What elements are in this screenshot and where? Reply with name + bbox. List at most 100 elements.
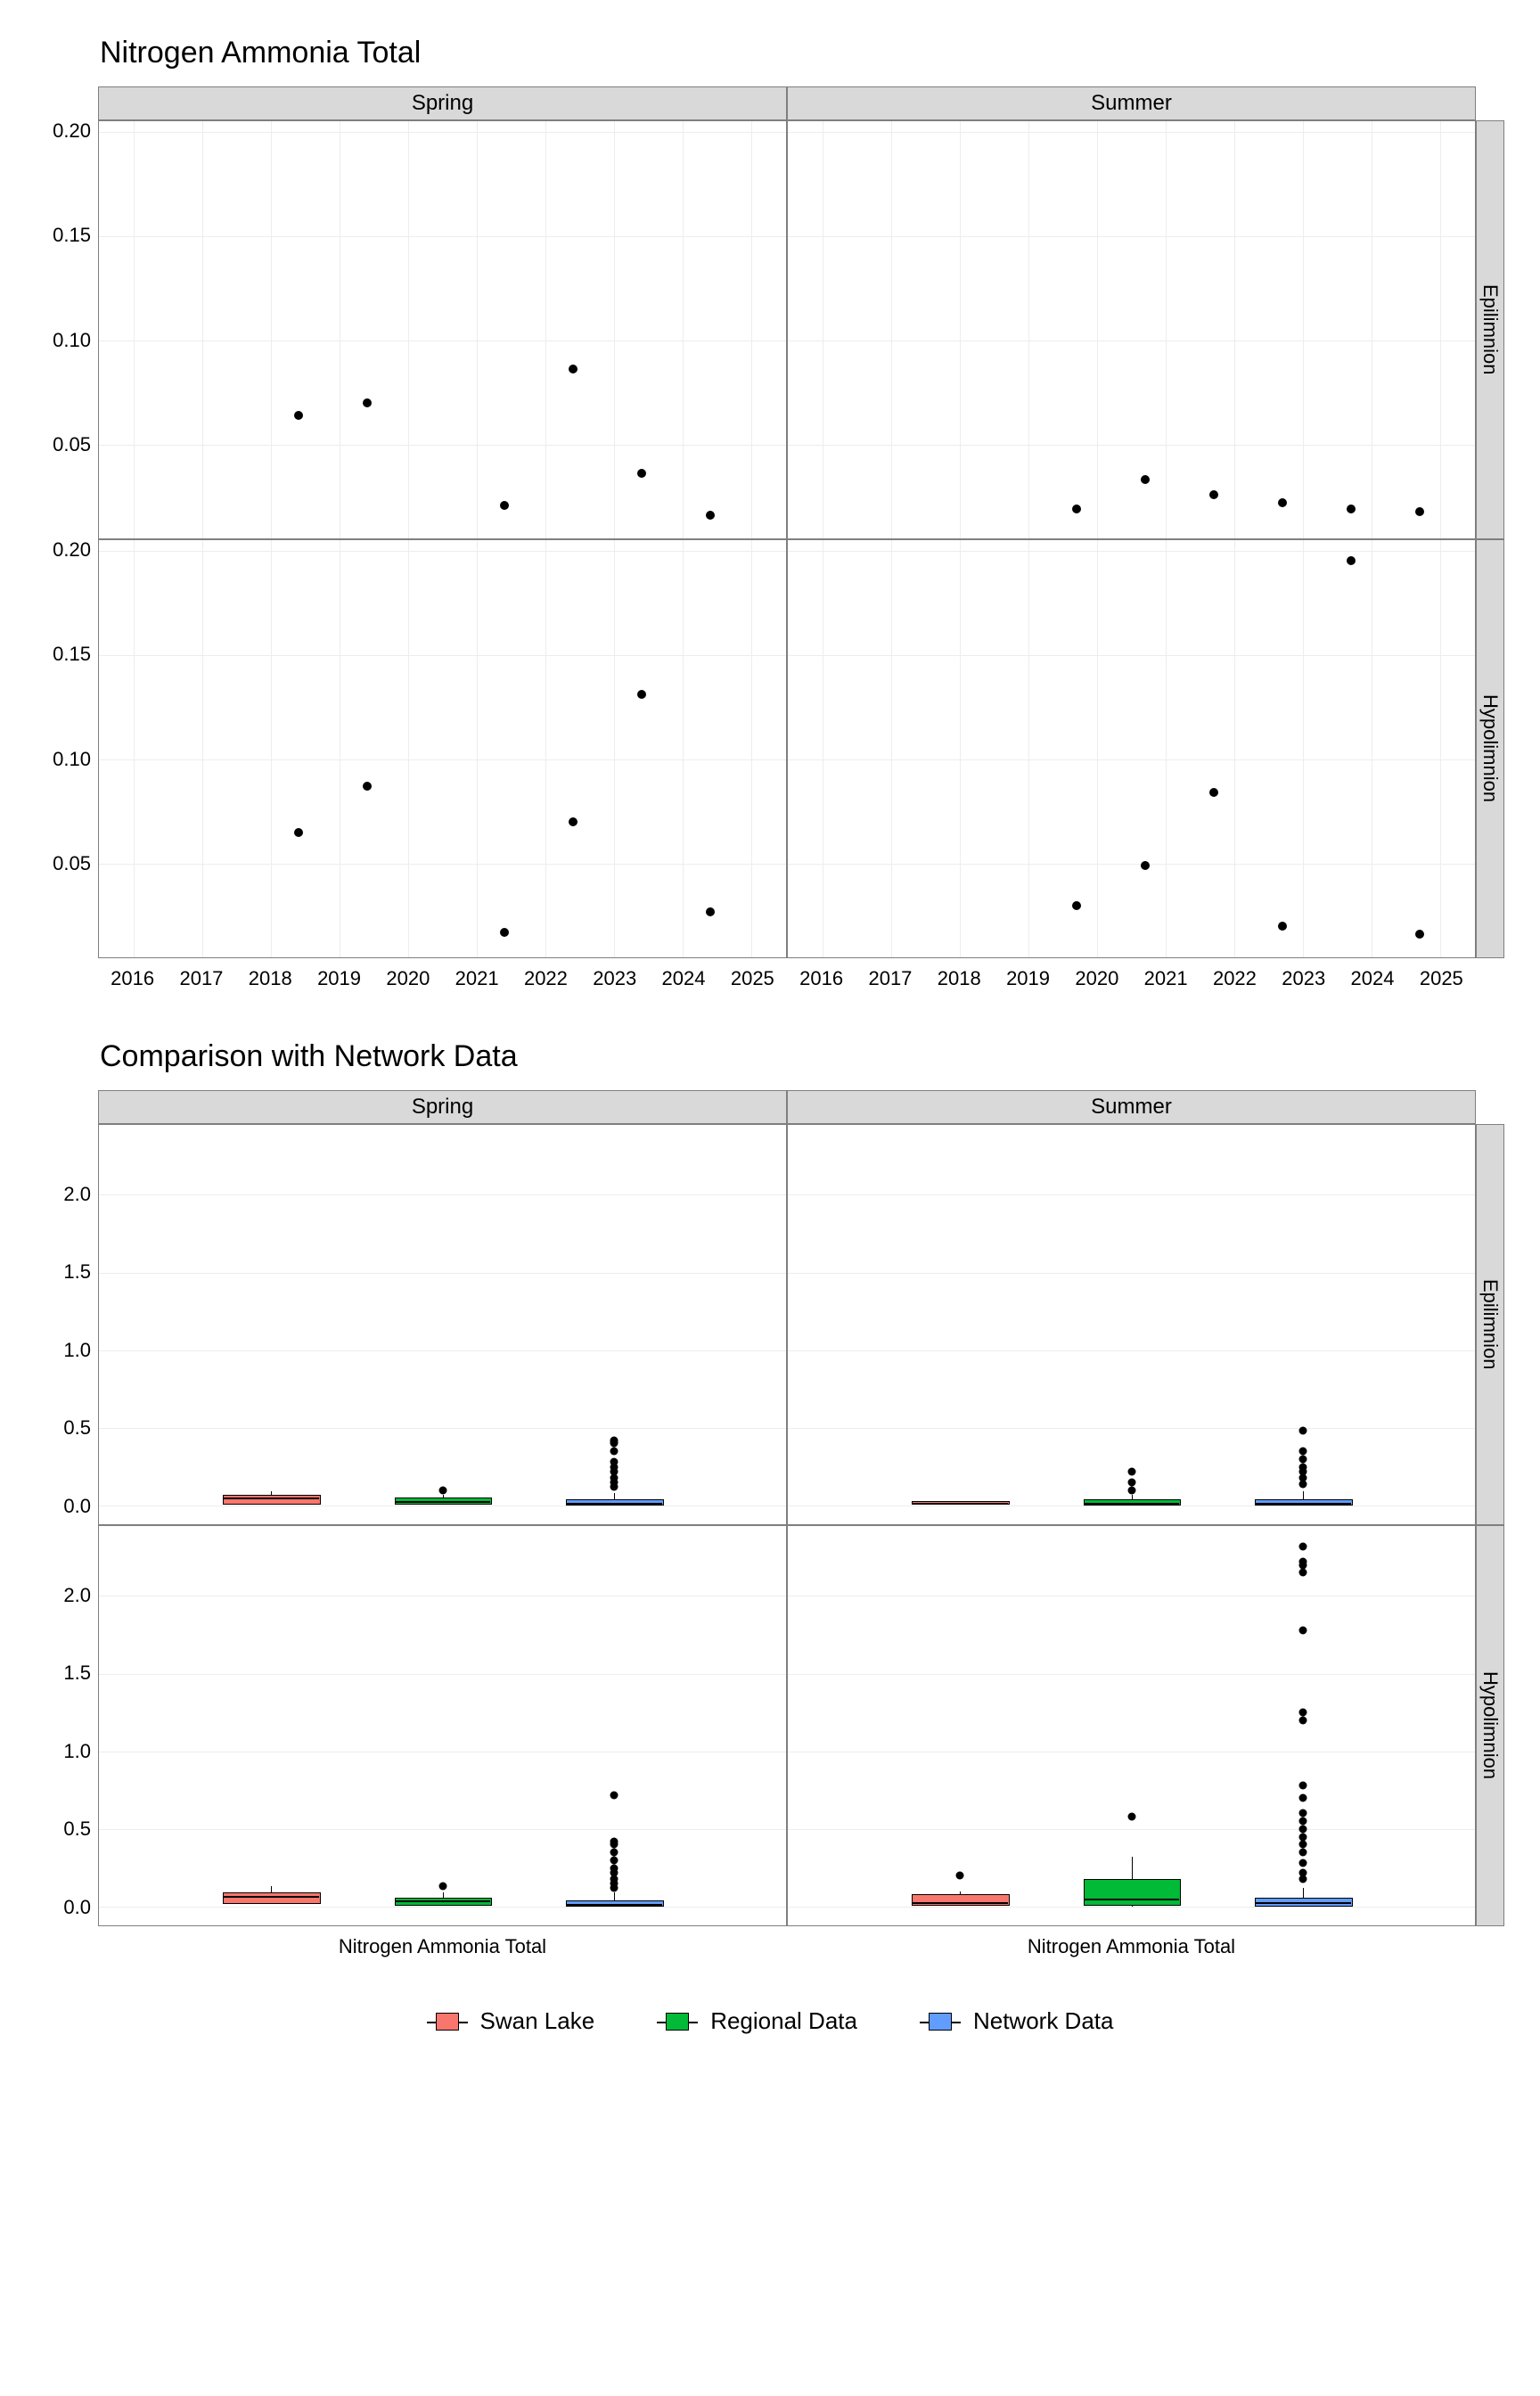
- outlier-point: [610, 1864, 618, 1872]
- y-tick: 0.0: [63, 1896, 91, 1919]
- chart1-col-strip-summer: Summer: [787, 86, 1476, 120]
- y-tick: 1.0: [63, 1740, 91, 1763]
- outlier-point: [610, 1448, 618, 1456]
- x-tick: 2025: [1420, 967, 1463, 990]
- outlier-point: [1299, 1833, 1307, 1841]
- x-tick: 2021: [455, 967, 499, 990]
- y-tick: 1.5: [63, 1662, 91, 1685]
- data-point: [500, 928, 509, 937]
- outlier-point: [1127, 1467, 1135, 1475]
- y-tick: 2.0: [63, 1183, 91, 1206]
- outlier-point: [1299, 1841, 1307, 1849]
- x-tick: 2022: [1213, 967, 1257, 990]
- outlier-point: [1127, 1486, 1135, 1494]
- chart-nitrogen-ammonia-total: Result (mg/L) Nitrogen Ammonia Total Spr…: [36, 36, 1504, 990]
- outlier-point: [1299, 1569, 1307, 1577]
- boxplot-box: [223, 1892, 321, 1903]
- outlier-point: [1127, 1812, 1135, 1820]
- y-tick: 2.0: [63, 1584, 91, 1607]
- data-point: [706, 511, 715, 520]
- data-point: [500, 501, 509, 510]
- x-tick: 2017: [868, 967, 912, 990]
- x-tick: 2023: [593, 967, 636, 990]
- chart2-title: Comparison with Network Data: [100, 1039, 1504, 1074]
- legend-item-swan-lake: Swan Lake: [427, 2007, 595, 2035]
- data-point: [1415, 930, 1424, 939]
- panel-box-summer-epilimnion: [787, 1124, 1476, 1525]
- outlier-point: [1299, 1818, 1307, 1826]
- data-point: [706, 907, 715, 916]
- panel-summer-hypolimnion: [787, 539, 1476, 958]
- chart2-x-label: Nitrogen Ammonia Total: [1028, 1935, 1235, 1958]
- chart1-col-strip-spring: Spring: [98, 86, 787, 120]
- y-tick: 0.15: [53, 224, 91, 247]
- data-point: [1072, 901, 1081, 910]
- y-tick: 0.05: [53, 852, 91, 875]
- y-tick: 0.05: [53, 433, 91, 456]
- outlier-point: [1299, 1455, 1307, 1463]
- chart1-row-strip-hypolimnion: Hypolimnion: [1476, 539, 1504, 958]
- outlier-point: [610, 1849, 618, 1857]
- outlier-point: [1299, 1849, 1307, 1857]
- data-point: [1278, 498, 1287, 507]
- y-tick: 0.20: [53, 538, 91, 562]
- outlier-point: [438, 1883, 446, 1891]
- chart2-col-strip-summer: Summer: [787, 1090, 1476, 1124]
- outlier-point: [1299, 1448, 1307, 1456]
- data-point: [637, 469, 646, 478]
- legend: Swan Lake Regional Data Network Data: [36, 2007, 1504, 2035]
- boxplot-box: [1084, 1879, 1182, 1906]
- data-point: [363, 398, 372, 407]
- outlier-point: [1299, 1626, 1307, 1634]
- outlier-point: [438, 1486, 446, 1494]
- outlier-point: [610, 1458, 618, 1466]
- data-point: [1347, 505, 1356, 513]
- legend-item-network-data: Network Data: [920, 2007, 1114, 2035]
- y-tick: 1.0: [63, 1339, 91, 1362]
- x-tick: 2024: [662, 967, 706, 990]
- outlier-point: [1299, 1782, 1307, 1790]
- x-tick: 2021: [1144, 967, 1188, 990]
- x-tick: 2017: [179, 967, 223, 990]
- data-point: [1141, 861, 1150, 870]
- x-tick: 2020: [386, 967, 430, 990]
- chart-comparison-network: Results (mg/L) Comparison with Network D…: [36, 1039, 1504, 1958]
- chart1-title: Nitrogen Ammonia Total: [100, 36, 1504, 70]
- panel-spring-hypolimnion: [98, 539, 787, 958]
- x-tick: 2023: [1282, 967, 1325, 990]
- x-tick: 2020: [1075, 967, 1118, 990]
- outlier-point: [1299, 1463, 1307, 1471]
- x-tick: 2019: [1006, 967, 1050, 990]
- outlier-point: [610, 1856, 618, 1864]
- outlier-point: [955, 1872, 963, 1880]
- y-tick: 0.20: [53, 119, 91, 143]
- data-point: [1278, 922, 1287, 931]
- panel-box-summer-hypolimnion: [787, 1525, 1476, 1926]
- legend-label: Swan Lake: [480, 2007, 595, 2035]
- panel-spring-epilimnion: [98, 120, 787, 539]
- chart2-row-strip-epilimnion: Epilimnion: [1476, 1124, 1504, 1525]
- x-tick: 2025: [731, 967, 774, 990]
- data-point: [363, 782, 372, 791]
- outlier-point: [1299, 1859, 1307, 1867]
- legend-item-regional-data: Regional Data: [657, 2007, 857, 2035]
- y-tick: 0.5: [63, 1818, 91, 1841]
- data-point: [1415, 507, 1424, 516]
- outlier-point: [1299, 1809, 1307, 1818]
- chart2-x-label: Nitrogen Ammonia Total: [339, 1935, 546, 1958]
- x-tick: 2016: [111, 967, 154, 990]
- chart1-row-strip-epilimnion: Epilimnion: [1476, 120, 1504, 539]
- chart2-col-strip-spring: Spring: [98, 1090, 787, 1124]
- outlier-point: [1299, 1558, 1307, 1566]
- chart2-row-strip-hypolimnion: Hypolimnion: [1476, 1525, 1504, 1926]
- y-tick: 0.10: [53, 748, 91, 771]
- outlier-point: [610, 1837, 618, 1845]
- y-tick: 0.10: [53, 329, 91, 352]
- panel-box-spring-epilimnion: [98, 1124, 787, 1525]
- outlier-point: [1299, 1427, 1307, 1435]
- y-tick: 1.5: [63, 1260, 91, 1284]
- outlier-point: [610, 1436, 618, 1444]
- y-tick: 0.0: [63, 1495, 91, 1518]
- outlier-point: [1127, 1478, 1135, 1486]
- legend-label: Regional Data: [710, 2007, 857, 2035]
